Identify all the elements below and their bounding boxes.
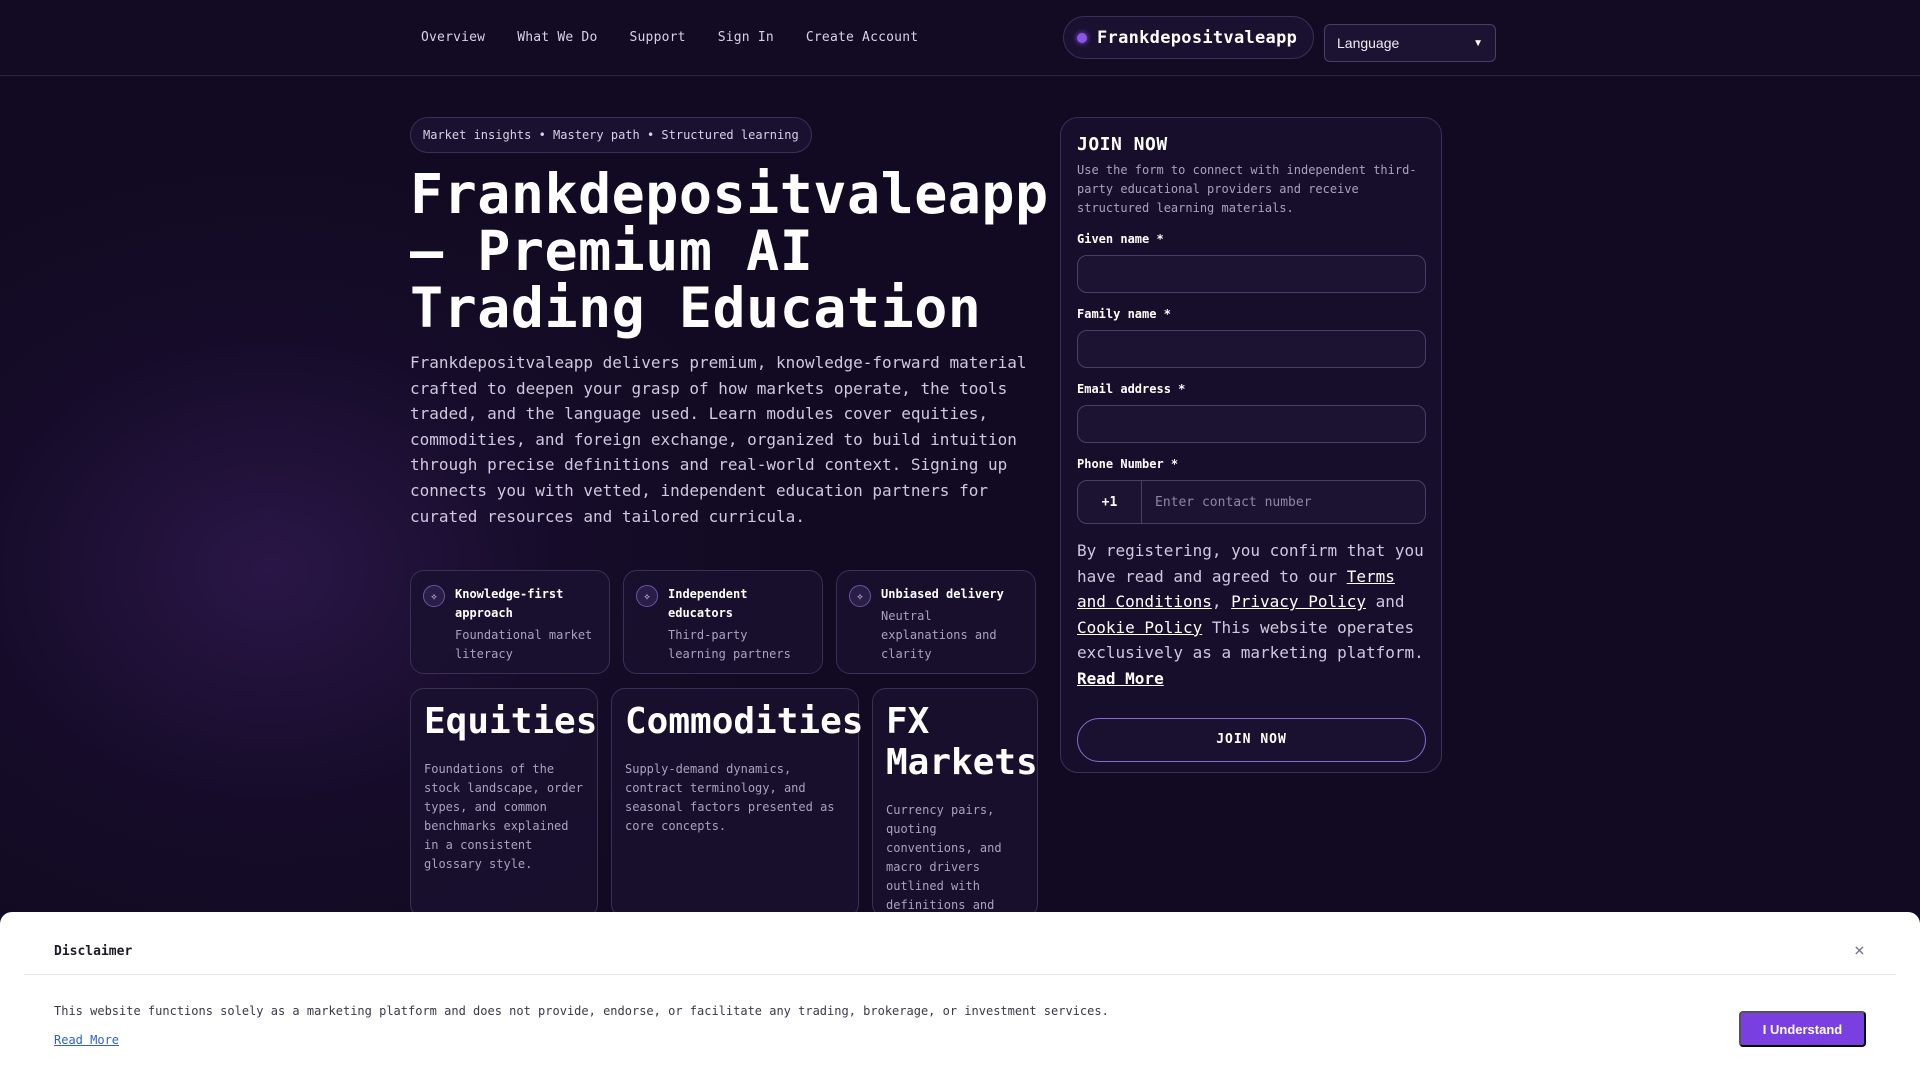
feature-title: Knowledge-first approach — [455, 587, 564, 620]
disclaimer-title: Disclaimer — [54, 944, 133, 959]
consent-text: By registering, you confirm that you hav… — [1077, 538, 1427, 692]
nav-link-overview[interactable]: Overview — [421, 30, 485, 45]
read-more-link[interactable]: Read More — [1077, 669, 1164, 688]
market-card-equities: Equities Foundations of the stock landsc… — [410, 688, 598, 918]
nav-link-sign-in[interactable]: Sign In — [718, 30, 774, 45]
feature-subtitle: Neutral explanations and clarity — [881, 609, 997, 661]
sparkle-icon: ✧ — [423, 585, 445, 607]
feature-cards: ✧ Knowledge-first approach Foundational … — [410, 570, 1036, 674]
disclaimer-text: This website functions solely as a marke… — [54, 1004, 1109, 1018]
page-title: Frankdepositvaleapp – Premium AI Trading… — [410, 162, 1049, 340]
feature-card: ✧ Independent educators Third-party lear… — [623, 570, 823, 674]
nav-link-what-we-do[interactable]: What We Do — [517, 30, 597, 45]
given-name-label: Given name * — [1077, 232, 1164, 246]
close-icon[interactable]: × — [1854, 940, 1865, 961]
phone-input[interactable] — [1142, 481, 1425, 523]
sparkle-icon: ✧ — [636, 585, 658, 607]
feature-subtitle: Third-party learning partners — [668, 628, 791, 661]
market-card-commodities: Commodities Supply-demand dynamics, cont… — [611, 688, 864, 918]
market-title: Equities — [424, 701, 598, 742]
brand-dot-icon — [1077, 32, 1087, 43]
feature-subtitle: Foundational market literacy — [455, 628, 593, 661]
consent-and: and — [1365, 592, 1405, 612]
nav-links: Overview What We Do Support Sign In Crea… — [421, 30, 918, 45]
given-name-input[interactable] — [1077, 255, 1426, 293]
market-title: FX Markets — [886, 701, 1038, 783]
join-now-button[interactable]: JOIN NOW — [1077, 717, 1426, 762]
feature-card: ✧ Knowledge-first approach Foundational … — [410, 570, 610, 674]
email-input[interactable] — [1077, 405, 1426, 443]
chevron-down-icon: ▼ — [1473, 37, 1483, 49]
feature-title: Unbiased delivery — [881, 587, 1004, 601]
feature-card: ✧ Unbiased delivery Neutral explanations… — [836, 570, 1036, 674]
language-select[interactable]: Language ▼ — [1324, 24, 1496, 62]
hero-description: Frankdepositvaleapp delivers premium, kn… — [410, 353, 1027, 526]
join-form-card: JOIN NOW Use the form to connect with in… — [1060, 117, 1442, 773]
email-label: Email address * — [1077, 382, 1186, 396]
consent-comma: , — [1211, 592, 1232, 612]
family-name-label: Family name * — [1077, 307, 1171, 321]
tagline-badge: Market insights • Mastery path • Structu… — [410, 117, 812, 153]
nav-link-support[interactable]: Support — [630, 30, 686, 45]
brand-name: Frankdepositvaleapp — [1097, 27, 1298, 48]
divider — [24, 974, 1896, 975]
privacy-link[interactable]: Privacy Policy — [1231, 592, 1366, 611]
top-navigation: Overview What We Do Support Sign In Crea… — [0, 0, 1920, 76]
market-title: Commodities — [625, 701, 864, 742]
nav-link-create-account[interactable]: Create Account — [806, 30, 918, 45]
market-cards: Equities Foundations of the stock landsc… — [410, 688, 1038, 931]
market-description: Foundations of the stock landscape, orde… — [424, 762, 583, 871]
family-name-input[interactable] — [1077, 330, 1426, 368]
phone-field: +1 — [1077, 480, 1426, 524]
join-form-description: Use the form to connect with independent… — [1077, 163, 1417, 215]
phone-label: Phone Number * — [1077, 457, 1179, 471]
market-description: Supply-demand dynamics, contract termino… — [625, 762, 835, 833]
disclaimer-banner: Disclaimer × This website functions sole… — [0, 912, 1920, 1080]
phone-country-code[interactable]: +1 — [1078, 481, 1142, 523]
disclaimer-read-more-link[interactable]: Read More — [54, 1033, 119, 1047]
sparkle-icon: ✧ — [849, 585, 871, 607]
join-form-title: JOIN NOW — [1077, 134, 1168, 155]
feature-title: Independent educators — [668, 587, 748, 620]
market-card-fx: FX Markets Currency pairs, quoting conve… — [872, 688, 1038, 931]
cookie-link[interactable]: Cookie Policy — [1077, 618, 1202, 637]
language-select-value: Language — [1337, 35, 1400, 51]
brand-logo[interactable]: Frankdepositvaleapp — [1063, 16, 1315, 59]
i-understand-button[interactable]: I Understand — [1739, 1011, 1866, 1047]
